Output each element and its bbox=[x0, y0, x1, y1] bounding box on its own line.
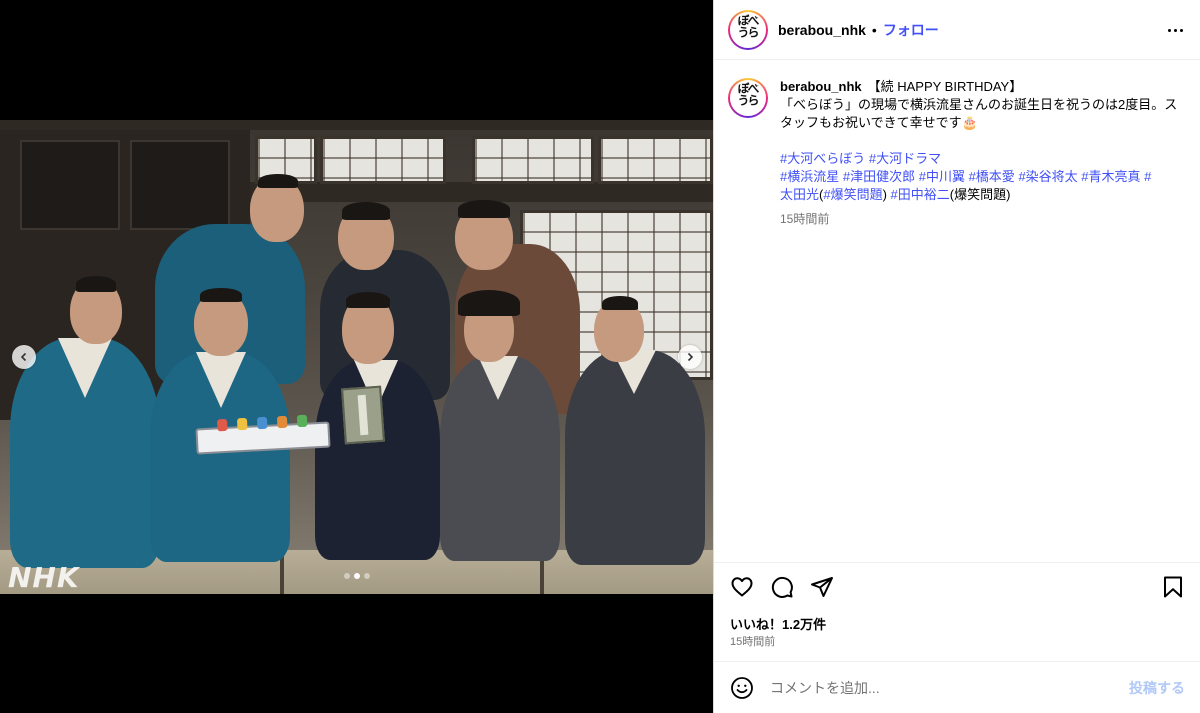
media-pane: NHK bbox=[0, 0, 713, 713]
caption-text: 「べらぼう」の現場で横浜流星さんのお誕生日を祝うのは2度目。スタッフもお祝いでき… bbox=[780, 97, 1178, 130]
heart-icon[interactable] bbox=[730, 575, 754, 599]
caption-avatar[interactable]: べらぼう bbox=[728, 78, 768, 118]
separator-dot: • bbox=[871, 21, 877, 38]
comment-input[interactable] bbox=[770, 679, 1129, 696]
likes-count[interactable]: いいね！1.2万件 bbox=[730, 614, 826, 633]
post-photo[interactable]: NHK bbox=[0, 120, 713, 594]
script-book bbox=[341, 385, 385, 445]
hashtag-link[interactable]: #横浜流星 bbox=[780, 169, 839, 184]
photo-beam bbox=[0, 120, 713, 130]
hashtag-link[interactable]: #大河ドラマ bbox=[869, 151, 941, 166]
carousel-next-button[interactable] bbox=[678, 345, 702, 369]
hashtag-link[interactable]: #爆笑問題 bbox=[823, 187, 882, 202]
hashtag-link[interactable]: #津田健次郎 bbox=[843, 169, 915, 184]
caption-title: 【続 HAPPY BIRTHDAY】 bbox=[867, 79, 1023, 94]
bookmark-icon[interactable] bbox=[1161, 575, 1185, 599]
carousel-dots bbox=[344, 573, 370, 579]
nhk-watermark: NHK bbox=[8, 561, 80, 594]
account-avatar[interactable]: べらぼう bbox=[728, 9, 768, 50]
hashtag-link[interactable]: #中川翼 bbox=[919, 169, 965, 184]
carousel-prev-button[interactable] bbox=[12, 345, 36, 369]
carousel-dot bbox=[364, 573, 370, 579]
hashtag-link[interactable]: #大河べらぼう bbox=[780, 151, 865, 166]
emoji-icon[interactable] bbox=[730, 676, 754, 700]
hashtag-link[interactable]: #青木亮真 bbox=[1081, 169, 1140, 184]
more-options-button[interactable] bbox=[1165, 20, 1185, 40]
chevron-right-icon bbox=[687, 352, 694, 362]
carousel-dot bbox=[344, 573, 350, 579]
caption: べらぼう berabou_nhk 【続 HAPPY BIRTHDAY】 「べらぼう… bbox=[728, 78, 1188, 228]
action-bar bbox=[714, 562, 1200, 610]
comment-icon[interactable] bbox=[770, 575, 794, 599]
photo-shoji bbox=[320, 136, 446, 184]
hashtags: #大河べらぼう #大河ドラマ #横浜流星 #津田健次郎 #中川翼 #橋本愛 #染… bbox=[780, 150, 1186, 204]
send-icon[interactable] bbox=[810, 575, 834, 599]
photo-shoji bbox=[598, 136, 713, 184]
caption-paren: (爆笑問題) bbox=[949, 187, 1011, 202]
avatar-logo: べらぼう bbox=[736, 82, 760, 106]
photo-panel bbox=[130, 140, 230, 230]
comment-bar: 投稿する bbox=[714, 661, 1200, 713]
post-sidebar: べらぼう berabou_nhk • フォロー べらぼう berabou_nhk… bbox=[713, 0, 1200, 713]
follow-button[interactable]: フォロー bbox=[883, 20, 939, 40]
caption-body: berabou_nhk 【続 HAPPY BIRTHDAY】 「べらぼう」の現場で… bbox=[780, 78, 1186, 228]
hashtag-link[interactable]: 太田光 bbox=[780, 187, 819, 202]
hashtag-link[interactable]: # bbox=[1144, 169, 1151, 184]
hashtag-link[interactable]: #染谷将太 bbox=[1018, 169, 1077, 184]
hashtag-link[interactable]: #橋本愛 bbox=[969, 169, 1015, 184]
post-comment-button[interactable]: 投稿する bbox=[1129, 678, 1185, 698]
birthday-cake bbox=[195, 414, 331, 455]
chevron-left-icon bbox=[20, 352, 27, 362]
caption-paren: ) bbox=[882, 187, 891, 202]
photo-panel bbox=[20, 140, 120, 230]
avatar-logo: べらぼう bbox=[736, 13, 760, 38]
more-icon bbox=[1167, 28, 1171, 32]
photo-shoji bbox=[472, 136, 594, 184]
post-timestamp[interactable]: 15時間前 bbox=[730, 633, 775, 649]
caption-timestamp[interactable]: 15時間前 bbox=[780, 210, 1186, 228]
username-link[interactable]: berabou_nhk bbox=[778, 22, 866, 38]
carousel-dot-active bbox=[354, 573, 360, 579]
caption-username[interactable]: berabou_nhk bbox=[780, 79, 862, 94]
hashtag-link[interactable]: #田中裕二 bbox=[891, 187, 950, 202]
photo-beam bbox=[250, 182, 713, 202]
post-header: べらぼう berabou_nhk • フォロー bbox=[714, 0, 1200, 60]
